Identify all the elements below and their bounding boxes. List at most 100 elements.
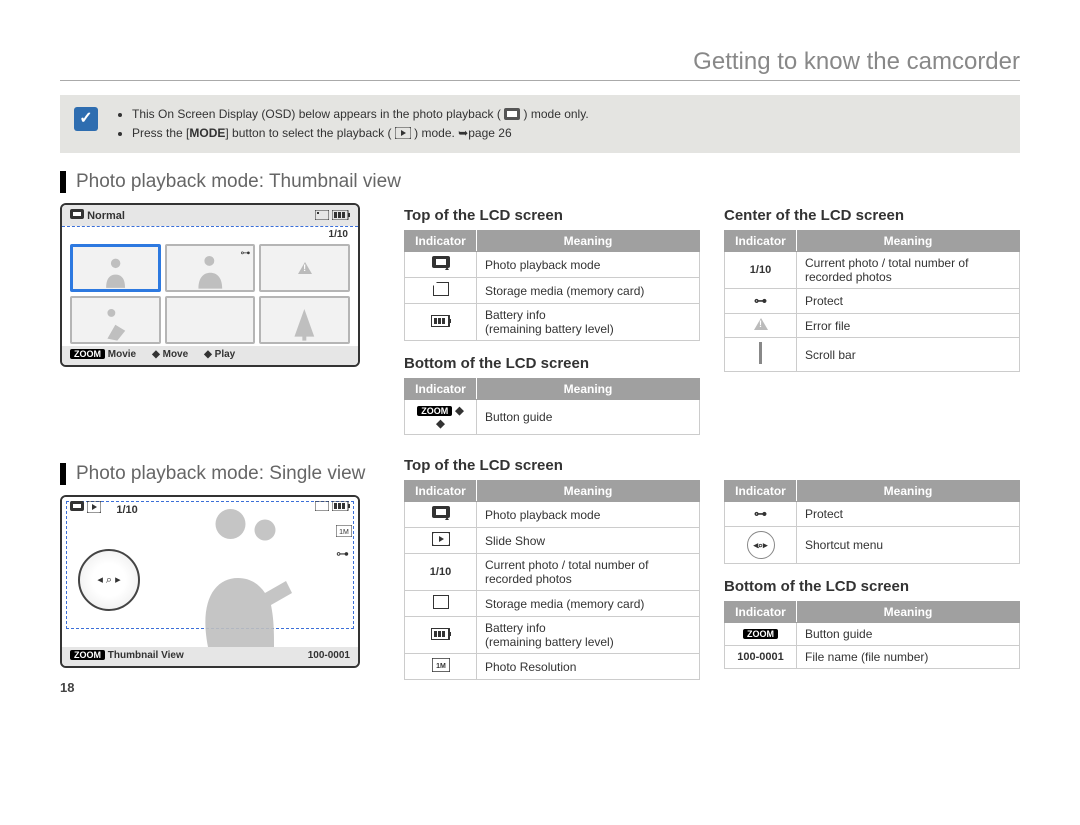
filenum-text: 100-0001: [725, 646, 797, 669]
cell-meaning: File name (file number): [797, 646, 1020, 669]
lcd-thumbnail-grid: ⊶: [62, 240, 358, 346]
thumbnail-view-label: Thumbnail View: [108, 650, 184, 661]
table-row: 1M Photo Resolution: [405, 654, 700, 680]
cell-meaning: Battery info (remaining battery level): [477, 304, 700, 341]
note2-page: page 26: [468, 126, 511, 140]
protect-icon: ⊶: [754, 506, 767, 522]
battery-icon: [431, 628, 451, 640]
note1-text-b: ) mode only.: [524, 107, 589, 121]
lcd-topbar: Normal: [62, 205, 358, 226]
lcd2-topbar: 1/10: [70, 501, 350, 516]
cell-meaning: Slide Show: [477, 528, 700, 554]
battery-icon: [332, 210, 350, 220]
lcd2-right-top: [315, 501, 350, 516]
zoom-tag: ZOOM: [743, 629, 778, 639]
subhead-bottom-lcd-2: Bottom of the LCD screen: [724, 578, 1020, 595]
note-list: This On Screen Display (OSD) below appea…: [118, 105, 589, 143]
table-row: Photo playback mode: [405, 502, 700, 528]
playback-icon: [395, 127, 411, 139]
file-number: 100-0001: [308, 650, 350, 661]
note2-mode: MODE: [189, 126, 225, 140]
mid-column-1: Top of the LCD screen Indicator Meaning P…: [404, 203, 700, 449]
shortcut-dial: ◂ ⌕ ▸: [78, 549, 140, 611]
page-title: Getting to know the camcorder: [60, 48, 1020, 76]
card-icon: [433, 282, 449, 296]
table-row: Photo playback mode: [405, 252, 700, 278]
section-heading-single: Photo playback mode: Single view: [60, 463, 380, 485]
note2-c: ) mode.: [414, 126, 458, 140]
mid-column-2: Top of the LCD screen IndicatorMeaning P…: [404, 453, 700, 695]
subhead-top-lcd: Top of the LCD screen: [404, 207, 700, 224]
protect-icon: ⊶: [754, 293, 767, 309]
cell-meaning: Button guide: [797, 623, 1020, 646]
table-row: 100-0001File name (file number): [725, 646, 1020, 669]
th-meaning: Meaning: [797, 481, 1020, 502]
thumbnail-1: [70, 244, 161, 292]
button-guide-icon: ZOOM ◆ ◆: [405, 400, 477, 435]
thumbnail-6: [259, 296, 350, 344]
table-row: Storage media (memory card): [405, 278, 700, 304]
cell-meaning: Storage media (memory card): [477, 278, 700, 304]
th-indicator: Indicator: [725, 481, 797, 502]
svg-text:1M: 1M: [436, 663, 446, 670]
cell-meaning: Photo Resolution: [477, 654, 700, 680]
cell-meaning: Error file: [797, 314, 1020, 338]
check-icon: ✓: [74, 107, 98, 131]
resolution-icon: 1M: [432, 658, 450, 672]
table-row: 1/10Current photo / total number of reco…: [725, 252, 1020, 289]
note2-a: Press the [: [132, 126, 189, 140]
lcd2-left-icons: 1/10: [70, 501, 138, 516]
left-column-2: Photo playback mode: Single view 1/10: [60, 453, 380, 695]
lcd-normal-label: Normal: [70, 209, 125, 222]
row-2: Photo playback mode: Single view 1/10: [60, 453, 1020, 695]
table-bottom-lcd-2: IndicatorMeaning ZOOMButton guide 100-00…: [724, 601, 1020, 669]
diamond-icon: ◆: [204, 349, 212, 360]
card-icon: [315, 210, 329, 220]
manual-page: Getting to know the camcorder ✓ This On …: [0, 0, 1080, 719]
table-row: ZOOM ◆ ◆Button guide: [405, 400, 700, 435]
card-icon: [315, 501, 329, 511]
photo-mode-icon: [432, 506, 450, 520]
th-indicator: Indicator: [405, 231, 477, 252]
table-row: ◂⌕▸Shortcut menu: [725, 527, 1020, 564]
note2-b: ] button to select the playback (: [225, 126, 391, 140]
arrow-icon: ➥: [458, 126, 468, 140]
note-item-2: Press the [MODE] button to select the pl…: [132, 124, 589, 143]
resolution-icon: 1M: [336, 525, 352, 540]
counter-text: 1/10: [405, 554, 477, 591]
table-row: Battery info (remaining battery level): [405, 617, 700, 654]
warning-icon: [754, 318, 768, 330]
th-indicator: Indicator: [725, 602, 797, 623]
section-heading-thumbnail: Photo playback mode: Thumbnail view: [60, 171, 1020, 193]
battery-icon: [431, 315, 451, 327]
lcd2-side-icons: 1M ⊶: [336, 525, 352, 562]
photo-mode-icon: [70, 209, 84, 221]
table-row: ⊶Protect: [725, 289, 1020, 314]
right-column-2: . IndicatorMeaning ⊶Protect ◂⌕▸Shortcut …: [724, 453, 1020, 695]
zoom-tag: ZOOM: [70, 650, 105, 660]
thumbnail-4: [70, 296, 161, 344]
th-indicator: Indicator: [725, 231, 797, 252]
slideshow-icon: [432, 532, 450, 546]
lcd2-counter: 1/10: [116, 504, 137, 516]
slideshow-icon: [87, 501, 101, 513]
th-indicator: Indicator: [405, 481, 477, 502]
cell-meaning: Current photo / total number of recorded…: [797, 252, 1020, 289]
photo-mode-icon: [70, 501, 84, 513]
cell-meaning: Storage media (memory card): [477, 591, 700, 617]
battery-icon: [332, 501, 350, 511]
table-center-lcd: IndicatorMeaning 1/10Current photo / tot…: [724, 230, 1020, 372]
lcd-bottombar: ZOOM Movie ◆ Move ◆ Play: [62, 346, 358, 365]
table-row: ⊶Protect: [725, 502, 1020, 527]
subhead-center-lcd: Center of the LCD screen: [724, 207, 1020, 224]
table-row: Battery info (remaining battery level): [405, 304, 700, 341]
row-1: Normal 1/10 ⊶ ZOOM Mov: [60, 203, 1020, 449]
cell-meaning: Shortcut menu: [797, 527, 1020, 564]
th-meaning: Meaning: [477, 379, 700, 400]
table-row: ZOOM Button guide: [725, 623, 1020, 646]
lcd-thumbnail-column: Normal 1/10 ⊶ ZOOM Mov: [60, 203, 380, 449]
table-row: Slide Show: [405, 528, 700, 554]
counter-text: 1/10: [725, 252, 797, 289]
lcd-thumbnail-mock: Normal 1/10 ⊶ ZOOM Mov: [60, 203, 360, 367]
thumbnail-2: ⊶: [165, 244, 256, 292]
